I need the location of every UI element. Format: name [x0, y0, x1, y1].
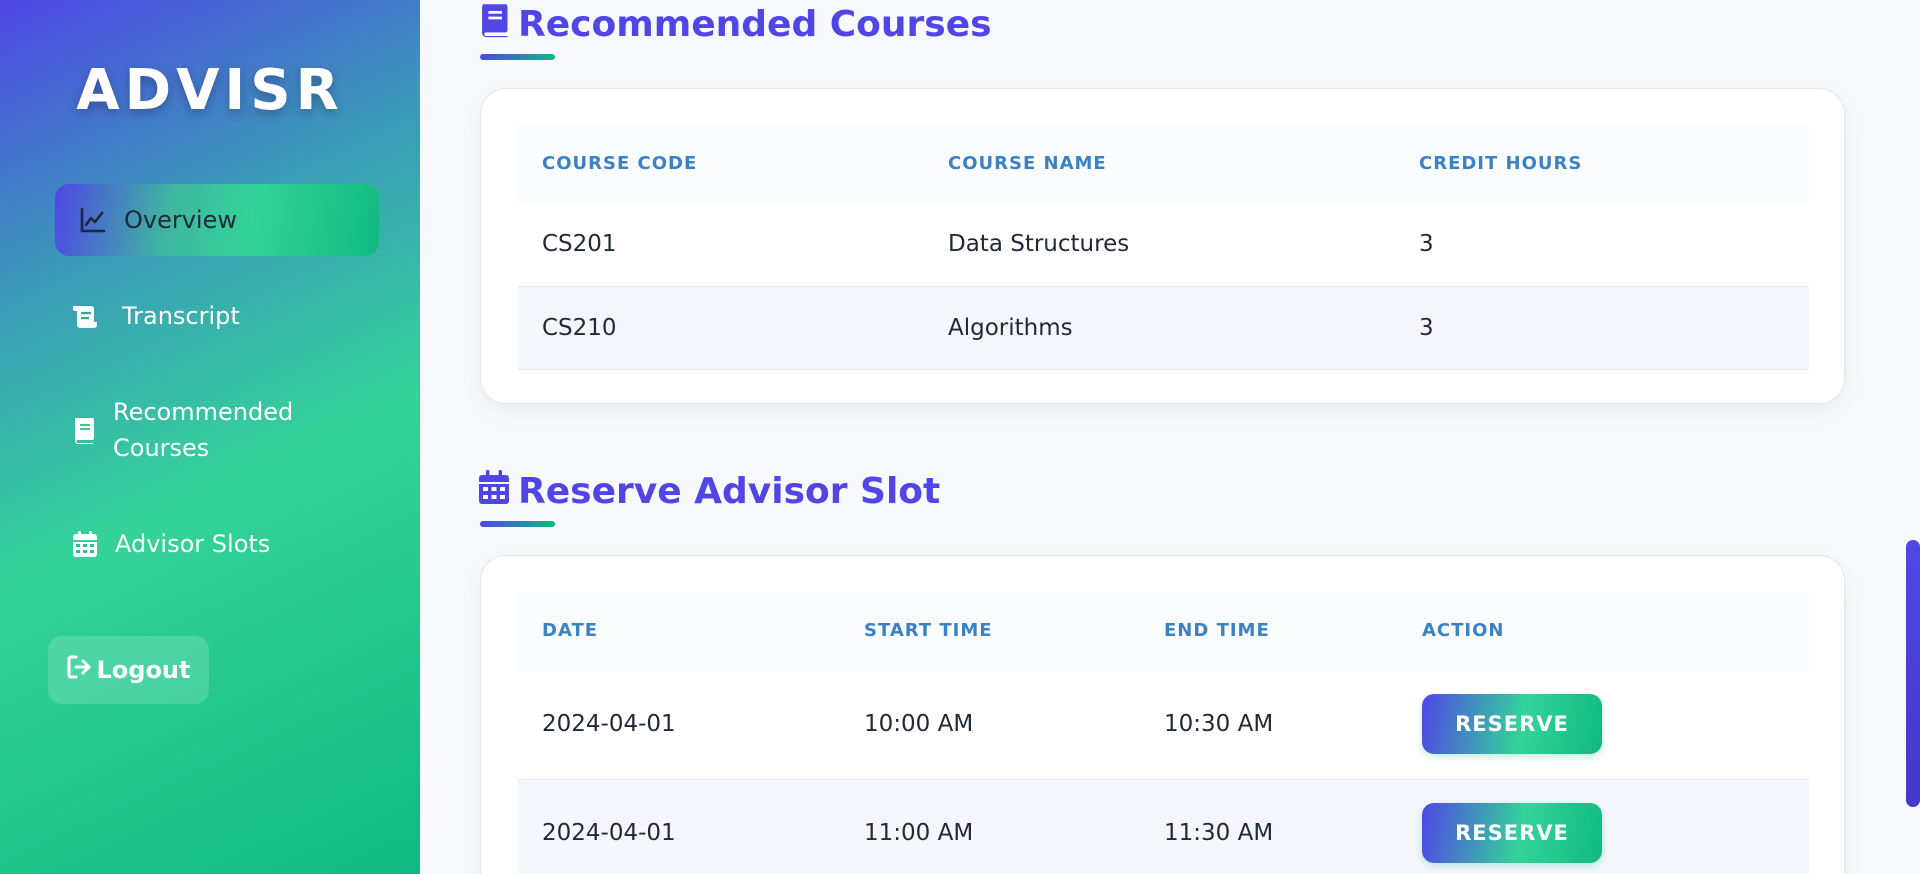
section-title-text: Recommended Courses	[518, 4, 992, 45]
column-header-action: ACTION	[1422, 620, 1505, 641]
logout-label: Logout	[96, 656, 191, 684]
course-code: CS201	[542, 231, 617, 257]
sidebar-item-label: Advisor Slots	[115, 530, 271, 558]
sidebar-item-transcript[interactable]: Transcript	[70, 300, 240, 332]
credit-hours: 3	[1419, 231, 1434, 257]
sidebar-item-label: Transcript	[122, 302, 240, 330]
slot-start-time: 10:00 AM	[864, 711, 974, 737]
slot-start-time: 11:00 AM	[864, 820, 974, 846]
app: ADVISR Overview Transcript Recommended C…	[0, 0, 1920, 874]
column-header-end-time: END TIME	[1164, 620, 1270, 641]
slot-end-time: 10:30 AM	[1164, 711, 1274, 737]
sign-out-icon	[66, 654, 92, 686]
sidebar-item-advisor-slots[interactable]: Advisor Slots	[70, 526, 270, 562]
course-name: Algorithms	[948, 315, 1073, 341]
table-row: 2024-04-01 10:00 AM 10:30 AM RESERVE	[518, 672, 1809, 780]
book-icon	[70, 415, 98, 445]
sidebar-item-overview[interactable]: Overview	[55, 184, 379, 256]
chart-line-icon	[78, 205, 108, 235]
column-header-course-code: COURSE CODE	[542, 153, 698, 174]
column-header-credit-hours: CREDIT HOURS	[1419, 153, 1583, 174]
section-title-text: Reserve Advisor Slot	[518, 471, 941, 512]
section-underline	[480, 54, 555, 60]
table-row: CS210 Algorithms 3	[518, 287, 1809, 370]
calendar-icon	[478, 469, 510, 514]
reserve-button[interactable]: RESERVE	[1422, 694, 1602, 754]
table-row: CS201 Data Structures 3	[518, 205, 1809, 287]
section-title-reserve: Reserve Advisor Slot	[478, 469, 940, 514]
course-name: Data Structures	[948, 231, 1130, 257]
section-underline	[480, 521, 555, 527]
sidebar-item-recommended-courses[interactable]: Recommended Courses	[70, 394, 350, 466]
column-header-course-name: COURSE NAME	[948, 153, 1107, 174]
table-header: COURSE CODE COURSE NAME CREDIT HOURS	[518, 125, 1809, 205]
logout-button[interactable]: Logout	[48, 636, 209, 704]
page-scrollbar[interactable]	[1906, 540, 1920, 807]
scroll-icon	[70, 301, 100, 331]
table-row: 2024-04-01 11:00 AM 11:30 AM RESERVE	[518, 780, 1809, 874]
column-header-start-time: START TIME	[864, 620, 993, 641]
sidebar-item-label: Recommended Courses	[113, 398, 294, 462]
course-code: CS210	[542, 315, 617, 341]
app-logo: ADVISR	[76, 58, 344, 123]
reserve-button[interactable]: RESERVE	[1422, 803, 1602, 863]
slot-date: 2024-04-01	[542, 711, 676, 737]
sidebar-item-label: Overview	[124, 206, 237, 234]
calendar-icon	[70, 529, 100, 559]
table-header: DATE START TIME END TIME ACTION	[518, 592, 1809, 672]
section-title-recommended: Recommended Courses	[478, 2, 992, 47]
slot-end-time: 11:30 AM	[1164, 820, 1274, 846]
book-icon	[478, 2, 510, 47]
slot-date: 2024-04-01	[542, 820, 676, 846]
recommended-courses-card: COURSE CODE COURSE NAME CREDIT HOURS CS2…	[480, 88, 1845, 404]
reserve-slot-card: DATE START TIME END TIME ACTION 2024-04-…	[480, 555, 1845, 874]
sidebar: ADVISR Overview Transcript Recommended C…	[0, 0, 420, 874]
credit-hours: 3	[1419, 315, 1434, 341]
column-header-date: DATE	[542, 620, 599, 641]
